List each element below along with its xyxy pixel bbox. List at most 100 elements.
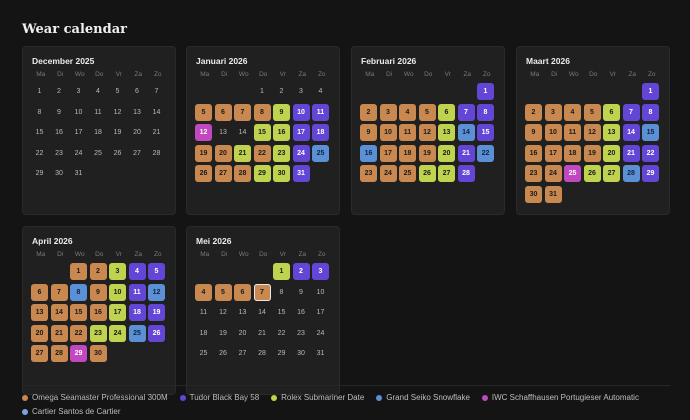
worn-day[interactable]: 10 — [292, 103, 310, 121]
day-cell[interactable]: 28 — [148, 145, 165, 162]
worn-day[interactable]: 18 — [312, 124, 329, 141]
worn-day[interactable]: 27 — [603, 165, 620, 182]
day-cell[interactable]: 14 — [234, 124, 251, 141]
day-cell[interactable]: 7 — [148, 83, 165, 100]
worn-day[interactable]: 20 — [214, 144, 232, 162]
worn-day[interactable]: 22 — [477, 144, 494, 162]
worn-day[interactable]: 22 — [642, 144, 659, 162]
worn-day[interactable]: 12 — [195, 124, 212, 141]
day-cell[interactable]: 26 — [215, 345, 232, 362]
worn-day[interactable]: 22 — [253, 144, 271, 162]
worn-day[interactable]: 20 — [438, 144, 455, 162]
day-cell[interactable]: 8 — [273, 284, 290, 301]
worn-day[interactable]: 9 — [89, 283, 107, 301]
day-cell[interactable]: 2 — [273, 83, 290, 100]
worn-day[interactable]: 27 — [438, 165, 455, 182]
worn-day[interactable]: 16 — [525, 144, 542, 162]
worn-day[interactable]: 16 — [273, 124, 290, 141]
worn-day[interactable]: 6 — [603, 103, 620, 121]
worn-day[interactable]: 19 — [148, 304, 165, 321]
worn-day[interactable]: 10 — [379, 124, 397, 141]
day-cell[interactable]: 22 — [273, 325, 290, 342]
worn-day[interactable]: 19 — [418, 144, 436, 162]
day-cell[interactable]: 30 — [293, 345, 310, 362]
worn-day[interactable]: 13 — [438, 124, 455, 141]
day-cell[interactable]: 10 — [70, 104, 87, 121]
worn-day[interactable]: 9 — [360, 124, 377, 141]
worn-day[interactable]: 4 — [564, 103, 581, 121]
worn-day[interactable]: 11 — [312, 103, 329, 121]
worn-day[interactable]: 15 — [642, 124, 659, 141]
worn-day[interactable]: 26 — [195, 165, 212, 182]
worn-day[interactable]: 21 — [50, 324, 68, 342]
worn-day[interactable]: 15 — [253, 124, 271, 141]
day-cell[interactable]: 19 — [215, 325, 232, 342]
worn-day[interactable]: 16 — [89, 304, 107, 321]
day-cell[interactable]: 31 — [70, 165, 87, 182]
worn-day[interactable]: 28 — [50, 345, 68, 362]
worn-day[interactable]: 2 — [525, 103, 542, 121]
worn-day[interactable]: 21 — [457, 144, 475, 162]
worn-day[interactable]: 8 — [253, 103, 271, 121]
worn-day[interactable]: 6 — [31, 283, 48, 301]
day-cell[interactable]: 21 — [254, 325, 271, 342]
worn-day[interactable]: 31 — [544, 185, 562, 203]
worn-day[interactable]: 5 — [418, 103, 436, 121]
worn-day[interactable]: 29 — [70, 345, 87, 362]
worn-day[interactable]: 10 — [544, 124, 562, 141]
worn-day[interactable]: 6 — [214, 103, 232, 121]
day-cell[interactable]: 13 — [234, 304, 251, 321]
worn-day[interactable]: 8 — [642, 103, 659, 121]
worn-day[interactable]: 23 — [273, 144, 290, 162]
day-cell[interactable]: 21 — [148, 124, 165, 141]
worn-day[interactable]: 18 — [128, 304, 146, 321]
worn-day[interactable]: 1 — [477, 83, 494, 100]
worn-day[interactable]: 24 — [109, 324, 126, 342]
worn-day[interactable]: 5 — [195, 103, 212, 121]
worn-day[interactable]: 15 — [70, 304, 87, 321]
day-cell[interactable]: 26 — [109, 145, 126, 162]
day-cell[interactable]: 30 — [51, 165, 68, 182]
day-cell[interactable]: 12 — [109, 104, 126, 121]
day-cell[interactable]: 8 — [31, 104, 48, 121]
day-cell[interactable]: 6 — [129, 83, 146, 100]
worn-day[interactable]: 7 — [234, 103, 251, 121]
worn-day[interactable]: 4 — [128, 263, 146, 280]
day-cell[interactable]: 25 — [90, 145, 107, 162]
worn-day[interactable]: 20 — [31, 324, 48, 342]
worn-day[interactable]: 19 — [583, 144, 601, 162]
day-cell[interactable]: 17 — [70, 124, 87, 141]
worn-day[interactable]: 2 — [292, 263, 310, 280]
worn-day[interactable]: 9 — [525, 124, 542, 141]
worn-day[interactable]: 7 — [50, 283, 68, 301]
worn-day[interactable]: 26 — [583, 165, 601, 182]
day-cell[interactable]: 19 — [109, 124, 126, 141]
worn-day[interactable]: 25 — [312, 144, 329, 162]
worn-day[interactable]: 7 — [457, 103, 475, 121]
day-cell[interactable]: 9 — [293, 284, 310, 301]
day-cell[interactable]: 18 — [195, 325, 212, 342]
worn-day[interactable]: 17 — [109, 304, 126, 321]
worn-day[interactable]: 24 — [544, 165, 562, 182]
day-cell[interactable]: 25 — [195, 345, 212, 362]
worn-day[interactable]: 28 — [457, 165, 475, 182]
day-cell[interactable]: 31 — [312, 345, 329, 362]
worn-day[interactable]: 2 — [89, 263, 107, 280]
worn-day[interactable]: 6 — [234, 283, 251, 301]
worn-day[interactable]: 17 — [544, 144, 562, 162]
day-cell[interactable]: 27 — [234, 345, 251, 362]
day-cell[interactable]: 10 — [312, 284, 329, 301]
worn-day[interactable]: 1 — [70, 263, 87, 280]
worn-day[interactable]: 14 — [622, 124, 640, 141]
day-cell[interactable]: 5 — [109, 83, 126, 100]
worn-day[interactable]: 25 — [128, 324, 146, 342]
worn-day[interactable]: 14 — [457, 124, 475, 141]
worn-day[interactable]: 23 — [89, 324, 107, 342]
worn-day[interactable]: 18 — [399, 144, 416, 162]
day-cell[interactable]: 3 — [293, 83, 310, 100]
worn-day[interactable]: 9 — [273, 103, 290, 121]
day-cell[interactable]: 23 — [51, 145, 68, 162]
worn-day[interactable]: 28 — [234, 165, 251, 182]
worn-day[interactable]: 30 — [89, 345, 107, 362]
worn-day[interactable]: 24 — [292, 144, 310, 162]
